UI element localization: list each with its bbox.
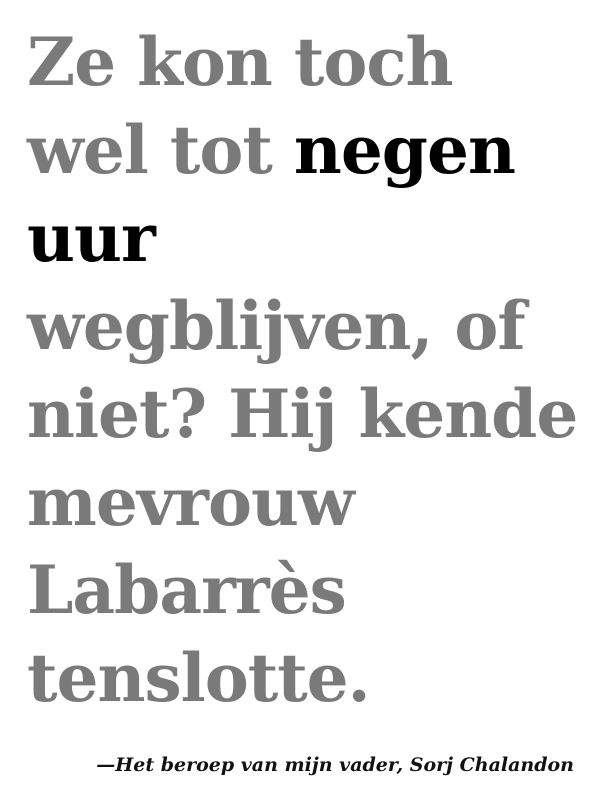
quote-line-2-text: wel tot	[27, 111, 294, 189]
quote-line-4: wegblijven, of	[27, 287, 526, 365]
quote-attribution: —Het beroep van mijn vader, Sorj Chaland…	[96, 754, 574, 776]
quote-emphasis-uur: uur	[27, 199, 156, 277]
quote-line-1: Ze kon toch	[27, 23, 454, 101]
quote-line-2: wel tot negen	[27, 106, 587, 194]
quote-line-7: Labarrès	[27, 551, 347, 629]
quote-line-8: tenslotte.	[27, 639, 371, 717]
quote-line-6: mevrouw	[27, 463, 355, 541]
quote-text: Ze kon toch wel tot negen uur wegblijven…	[27, 18, 587, 722]
quote-line-5: niet? Hij kende	[27, 375, 578, 453]
quote-emphasis-negen: negen	[293, 111, 516, 189]
quote-page: Ze kon toch wel tot negen uur wegblijven…	[0, 0, 600, 800]
